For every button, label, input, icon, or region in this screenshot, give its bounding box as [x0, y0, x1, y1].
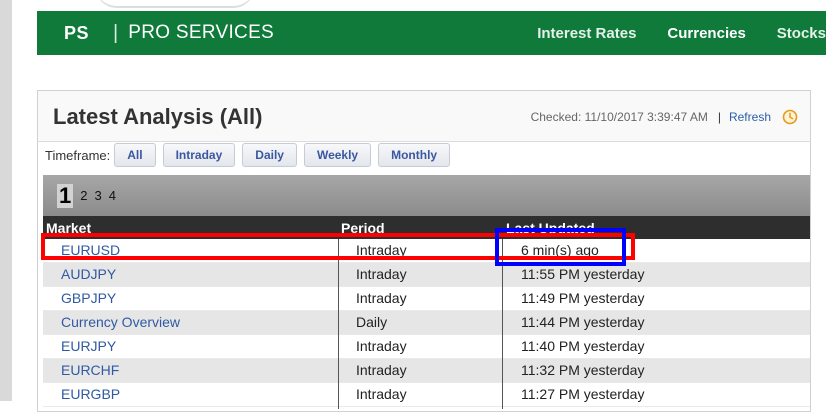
period-cell: Intraday [356, 266, 407, 282]
page-title: Latest Analysis (All) [53, 104, 263, 129]
page-link-4[interactable]: 4 [109, 188, 116, 203]
period-cell: Intraday [356, 362, 407, 378]
top-nav: PS | PRO SERVICES Interest Rates Currenc… [37, 11, 826, 55]
table-row: EURGBP Intraday 11:27 PM yesterday [43, 383, 810, 407]
nav-link-stocks[interactable]: Stocks [777, 25, 826, 42]
status-bar: Checked: 11/10/2017 3:39:47 AM | Refresh [531, 109, 798, 125]
page-link-2[interactable]: 2 [80, 188, 87, 203]
logo-fragment [95, 0, 255, 8]
table-row: GBPJPY Intraday 11:49 PM yesterday [43, 287, 810, 311]
status-divider: | [717, 110, 721, 124]
window-gutter [0, 0, 12, 401]
analysis-table: EURUSD Intraday 6 min(s) ago AUDJPY Intr… [43, 239, 810, 407]
page-current[interactable]: 1 [57, 183, 74, 208]
pagination: 1 2 3 4 [43, 175, 810, 216]
refresh-link[interactable]: Refresh [729, 110, 771, 124]
last-updated-cell: 11:40 PM yesterday [521, 338, 645, 354]
panel-header: Latest Analysis (All) Checked: 11/10/201… [38, 91, 810, 142]
timeframe-filter: Timeframe: All Intraday Daily Weekly Mon… [45, 143, 457, 167]
last-updated-cell: 11:44 PM yesterday [521, 314, 645, 330]
period-cell: Intraday [356, 338, 407, 354]
period-cell: Intraday [356, 386, 407, 402]
brand-name: PRO SERVICES [128, 22, 275, 43]
table-row: Currency Overview Daily 11:44 PM yesterd… [43, 311, 810, 335]
market-link[interactable]: Currency Overview [61, 314, 180, 330]
page-link-3[interactable]: 3 [94, 188, 101, 203]
nav-link-currencies[interactable]: Currencies [667, 25, 745, 42]
highlight-box-blue [495, 228, 626, 266]
nav-links: Interest Rates Currencies Stocks [506, 11, 826, 55]
logo[interactable]: PS [64, 23, 89, 44]
market-link[interactable]: GBPJPY [61, 290, 116, 306]
timeframe-label: Timeframe: [45, 147, 111, 163]
period-cell: Daily [356, 314, 388, 330]
timeframe-daily-button[interactable]: Daily [242, 143, 297, 167]
last-updated-cell: 11:32 PM yesterday [521, 362, 645, 378]
brand-separator: | [113, 21, 119, 44]
column-divider-period [338, 239, 339, 409]
market-link[interactable]: EURCHF [61, 362, 119, 378]
nav-link-interest-rates[interactable]: Interest Rates [537, 25, 636, 42]
last-updated-cell: 11:27 PM yesterday [521, 386, 645, 402]
last-updated-cell: 11:55 PM yesterday [521, 266, 645, 282]
market-link[interactable]: EURJPY [61, 338, 116, 354]
table-row: EURJPY Intraday 11:40 PM yesterday [43, 335, 810, 359]
market-link[interactable]: AUDJPY [61, 266, 116, 282]
timeframe-all-button[interactable]: All [114, 143, 156, 167]
timeframe-weekly-button[interactable]: Weekly [303, 143, 372, 167]
last-updated-cell: 11:49 PM yesterday [521, 290, 645, 306]
timeframe-monthly-button[interactable]: Monthly [378, 143, 451, 167]
checked-timestamp: Checked: 11/10/2017 3:39:47 AM [530, 110, 708, 124]
timeframe-intraday-button[interactable]: Intraday [162, 143, 236, 167]
clock-icon[interactable] [782, 109, 798, 125]
period-cell: Intraday [356, 290, 407, 306]
market-link[interactable]: EURGBP [61, 386, 120, 402]
table-row: EURCHF Intraday 11:32 PM yesterday [43, 359, 810, 383]
table-row: AUDJPY Intraday 11:55 PM yesterday [43, 263, 810, 287]
